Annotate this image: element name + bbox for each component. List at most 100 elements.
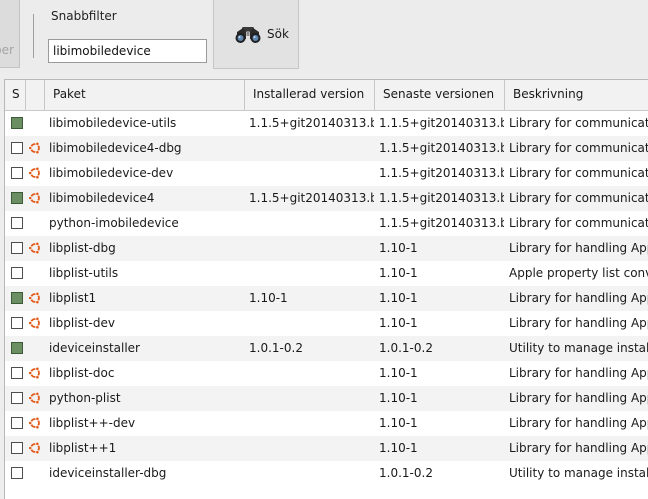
source-cell bbox=[26, 361, 46, 386]
installed-version bbox=[249, 386, 374, 411]
latest-version: 1.0.1-0.2 bbox=[379, 341, 433, 355]
source-cell bbox=[26, 236, 46, 261]
table-row[interactable]: ideviceinstaller-dbg 1.0.1-0.2 Utility t… bbox=[5, 461, 648, 486]
latest-version: 1.10-1 bbox=[379, 391, 418, 405]
install-checkbox[interactable] bbox=[11, 267, 23, 279]
install-checkbox[interactable] bbox=[11, 467, 23, 479]
column-header-status[interactable]: S bbox=[5, 80, 26, 110]
install-checkbox[interactable] bbox=[11, 192, 23, 204]
status-cell bbox=[8, 361, 28, 386]
table-row[interactable]: libplist++1 1.10-1 Library for handling … bbox=[5, 436, 648, 461]
source-cell bbox=[26, 186, 46, 211]
installed-version bbox=[249, 261, 374, 286]
description: Utility to manage installed bbox=[509, 341, 648, 355]
search-button[interactable]: Sök bbox=[213, 0, 299, 69]
status-cell bbox=[8, 461, 28, 486]
toolbar: per Snabbfilter Sök bbox=[0, 0, 648, 74]
column-header-latest-version[interactable]: Senaste versionen bbox=[375, 80, 505, 110]
quick-filter-label: Snabbfilter bbox=[51, 9, 117, 23]
toolbar-separator bbox=[33, 14, 34, 58]
ubuntu-logo-icon bbox=[28, 166, 40, 180]
latest-version: 1.10-1 bbox=[379, 316, 418, 330]
previous-toolbar-button-label: per bbox=[0, 43, 14, 57]
package-table: S Paket Installerad version Senaste vers… bbox=[4, 79, 648, 499]
column-header-description[interactable]: Beskrivning bbox=[505, 80, 648, 110]
status-cell bbox=[8, 286, 28, 311]
description: Library for communicating bbox=[509, 166, 648, 180]
description: Apple property list conve bbox=[509, 266, 648, 280]
source-cell bbox=[26, 111, 46, 136]
table-row[interactable]: libplist++-dev 1.10-1 Library for handli… bbox=[5, 411, 648, 436]
table-row[interactable]: libplist1 1.10-1 1.10-1 Library for hand… bbox=[5, 286, 648, 311]
table-header: S Paket Installerad version Senaste vers… bbox=[5, 80, 648, 111]
column-header-source[interactable] bbox=[26, 80, 45, 110]
column-header-installed-version[interactable]: Installerad version bbox=[245, 80, 375, 110]
table-body: libimobiledevice-utils 1.1.5+git20140313… bbox=[5, 111, 648, 486]
package-name: libimobiledevice-utils bbox=[49, 116, 177, 130]
ubuntu-logo-icon bbox=[28, 391, 40, 405]
table-row[interactable]: ideviceinstaller 1.0.1-0.2 1.0.1-0.2 Uti… bbox=[5, 336, 648, 361]
source-cell bbox=[26, 461, 46, 486]
status-cell bbox=[8, 111, 28, 136]
latest-version: 1.0.1-0.2 bbox=[379, 466, 433, 480]
source-cell bbox=[26, 411, 46, 436]
install-checkbox[interactable] bbox=[11, 317, 23, 329]
table-row[interactable]: libimobiledevice4-dbg 1.1.5+git20140313.… bbox=[5, 136, 648, 161]
install-checkbox[interactable] bbox=[11, 442, 23, 454]
previous-toolbar-button[interactable]: per bbox=[0, 0, 20, 68]
description: Library for communicating bbox=[509, 116, 648, 130]
package-name: libplist-utils bbox=[49, 266, 119, 280]
package-name: libimobiledevice-dev bbox=[49, 166, 174, 180]
description: Library for handling Apple bbox=[509, 391, 648, 405]
ubuntu-logo-icon bbox=[28, 291, 40, 305]
install-checkbox[interactable] bbox=[11, 292, 23, 304]
source-cell bbox=[26, 161, 46, 186]
ubuntu-logo-icon bbox=[28, 441, 40, 455]
source-cell bbox=[26, 336, 46, 361]
install-checkbox[interactable] bbox=[11, 242, 23, 254]
binoculars-icon bbox=[235, 27, 261, 43]
install-checkbox[interactable] bbox=[11, 217, 23, 229]
ubuntu-logo-icon bbox=[28, 416, 40, 430]
package-name: libimobiledevice4 bbox=[49, 191, 155, 205]
table-row[interactable]: libplist-doc 1.10-1 Library for handling… bbox=[5, 361, 648, 386]
ubuntu-logo-icon bbox=[28, 366, 40, 380]
table-row[interactable]: libplist-utils 1.10-1 Apple property lis… bbox=[5, 261, 648, 286]
status-cell bbox=[8, 136, 28, 161]
table-row[interactable]: libimobiledevice-dev 1.1.5+git20140313.b… bbox=[5, 161, 648, 186]
quick-filter-input[interactable] bbox=[48, 39, 207, 63]
package-name: libplist1 bbox=[49, 291, 97, 305]
table-row[interactable]: libplist-dev 1.10-1 Library for handling… bbox=[5, 311, 648, 336]
installed-version bbox=[249, 161, 374, 186]
install-checkbox[interactable] bbox=[11, 367, 23, 379]
source-cell bbox=[26, 436, 46, 461]
table-row[interactable]: libplist-dbg 1.10-1 Library for handling… bbox=[5, 236, 648, 261]
table-row[interactable]: libimobiledevice4 1.1.5+git20140313.bafe… bbox=[5, 186, 648, 211]
description: Library for communicating bbox=[509, 141, 648, 155]
package-name: libplist++1 bbox=[49, 441, 117, 455]
description: Library for handling Apple bbox=[509, 316, 648, 330]
latest-version: 1.1.5+git20140313.bafe bbox=[379, 166, 504, 180]
installed-version bbox=[249, 136, 374, 161]
package-name: libplist-dev bbox=[49, 316, 115, 330]
latest-version: 1.10-1 bbox=[379, 241, 418, 255]
install-checkbox[interactable] bbox=[11, 167, 23, 179]
install-checkbox[interactable] bbox=[11, 342, 23, 354]
table-row[interactable]: python-plist 1.10-1 Library for handling… bbox=[5, 386, 648, 411]
package-name: ideviceinstaller bbox=[49, 341, 140, 355]
column-header-package[interactable]: Paket bbox=[45, 80, 245, 110]
description: Library for handling Apple bbox=[509, 241, 648, 255]
table-row[interactable]: python-imobiledevice 1.1.5+git20140313.b… bbox=[5, 211, 648, 236]
install-checkbox[interactable] bbox=[11, 117, 23, 129]
latest-version: 1.10-1 bbox=[379, 416, 418, 430]
table-row[interactable]: libimobiledevice-utils 1.1.5+git20140313… bbox=[5, 111, 648, 136]
install-checkbox[interactable] bbox=[11, 142, 23, 154]
install-checkbox[interactable] bbox=[11, 392, 23, 404]
install-checkbox[interactable] bbox=[11, 417, 23, 429]
installed-version bbox=[249, 361, 374, 386]
status-cell bbox=[8, 211, 28, 236]
ubuntu-logo-icon bbox=[28, 141, 40, 155]
ubuntu-logo-icon bbox=[28, 191, 40, 205]
latest-version: 1.1.5+git20140313.bafe bbox=[379, 116, 504, 130]
ubuntu-logo-icon bbox=[28, 241, 40, 255]
